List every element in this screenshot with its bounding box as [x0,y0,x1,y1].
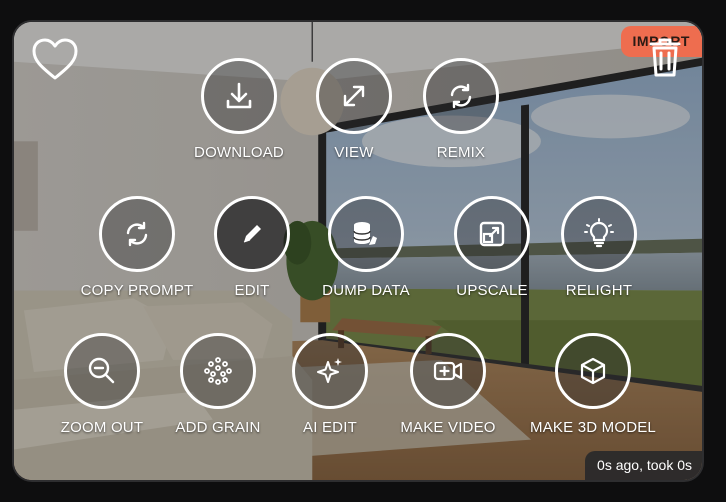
remix-label: REMIX [436,144,486,161]
favorite-heart-icon[interactable] [30,36,80,82]
generation-status: 0s ago, took 0s [585,451,702,480]
relight-label: RELIGHT [565,282,633,299]
video-camera-icon [410,333,486,409]
database-icon [328,196,404,272]
copy-refresh-icon [99,196,175,272]
relight-button[interactable]: RELIGHT [519,196,679,299]
trash-icon[interactable] [648,36,682,78]
make-3d-model-label: MAKE 3D MODEL [530,419,656,436]
pencil-icon [214,196,290,272]
grain-dots-icon [180,333,256,409]
lightbulb-icon [561,196,637,272]
make-video-button[interactable]: MAKE VIDEO [368,333,528,436]
cube-icon [555,333,631,409]
image-card: IMPORT DOWNLOAD VIEW REMIX COPY PROMPT E… [12,20,704,482]
make-video-label: MAKE VIDEO [400,419,496,436]
refresh-icon [423,58,499,134]
remix-button[interactable]: REMIX [381,58,541,161]
sparkles-icon [292,333,368,409]
make-3d-model-button[interactable]: MAKE 3D MODEL [513,333,673,436]
download-icon [201,58,277,134]
zoom-out-icon [64,333,140,409]
